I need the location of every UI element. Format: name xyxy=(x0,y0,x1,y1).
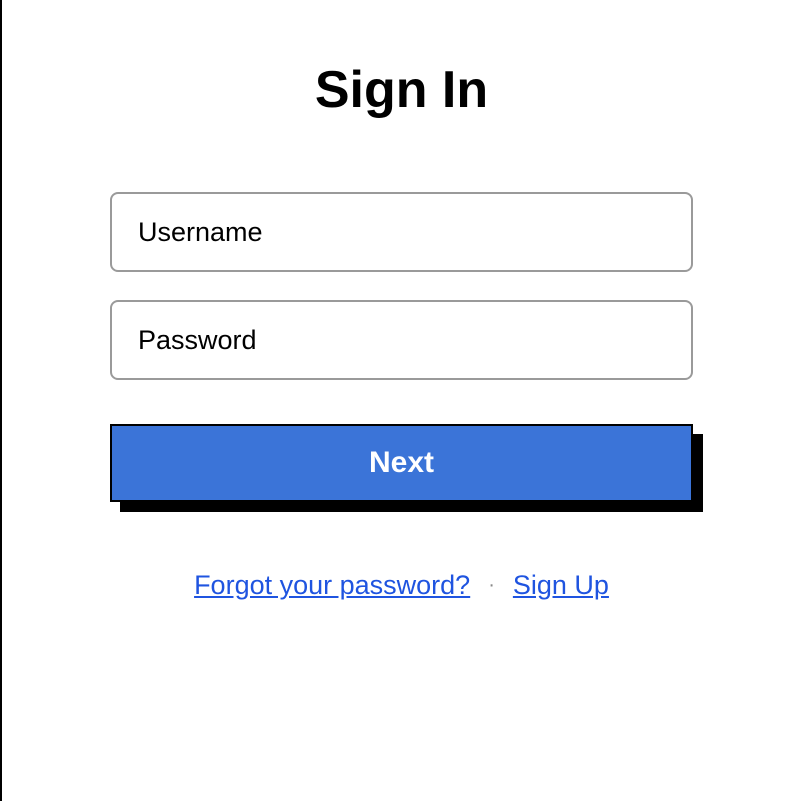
sign-up-link[interactable]: Sign Up xyxy=(513,570,609,601)
next-button[interactable]: Next xyxy=(110,424,693,502)
username-input[interactable] xyxy=(110,192,693,272)
password-input[interactable] xyxy=(110,300,693,380)
forgot-password-link[interactable]: Forgot your password? xyxy=(194,570,470,601)
link-separator: · xyxy=(488,574,495,597)
page-title: Sign In xyxy=(315,60,488,120)
links-row: Forgot your password? · Sign Up xyxy=(194,570,609,601)
sign-in-form: Sign In Next Forgot your password? · Sig… xyxy=(2,0,801,601)
